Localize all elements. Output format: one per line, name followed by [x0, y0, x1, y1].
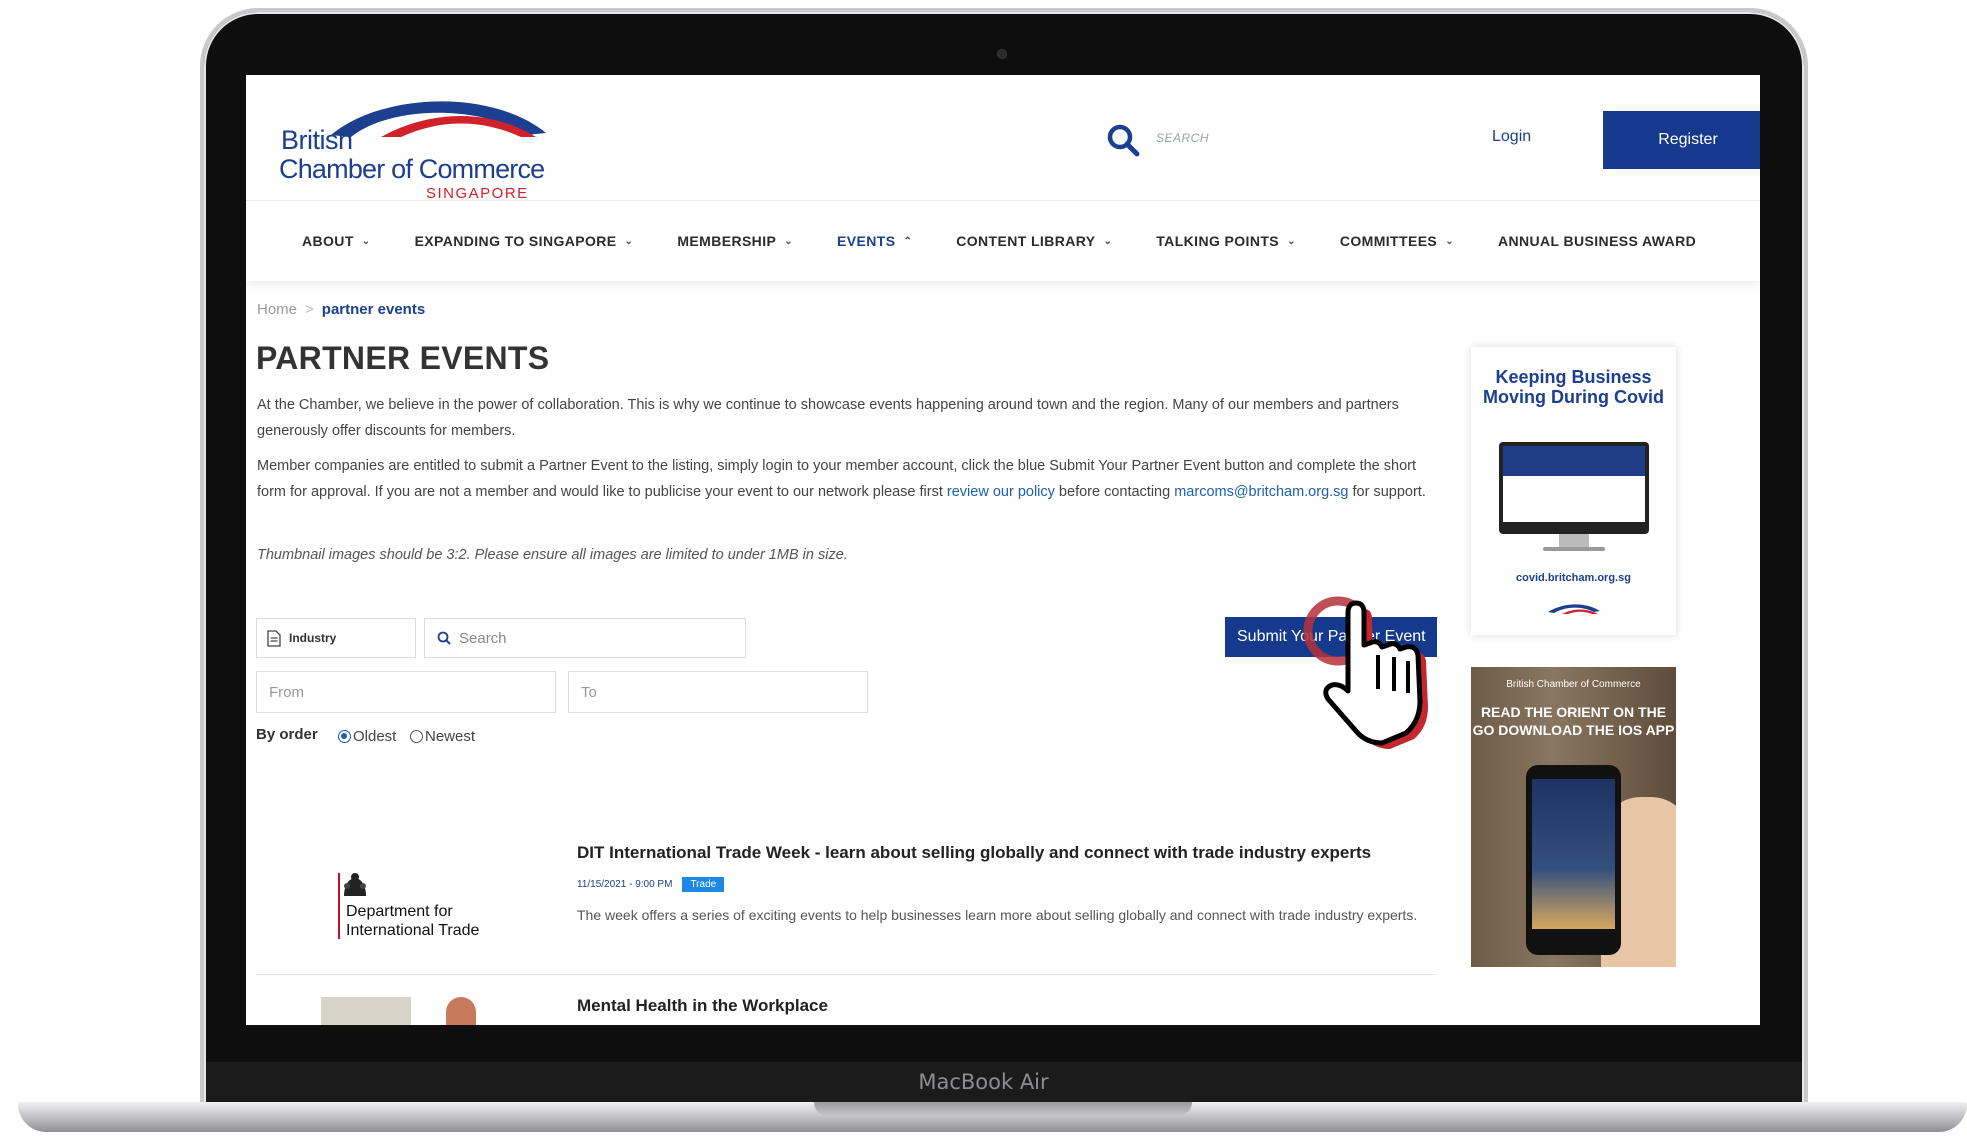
logo-text-british: British [281, 125, 353, 155]
dit-logo-text: Department for International Trade [346, 902, 479, 940]
breadcrumb: Home > partner events [257, 301, 425, 318]
event-thumbnail[interactable] [321, 997, 411, 1025]
date-from-input[interactable]: From [256, 671, 556, 713]
event-tag-badge[interactable]: Trade [682, 877, 725, 892]
breadcrumb-home[interactable]: Home [257, 301, 297, 318]
chevron-down-icon: ⌄ [1287, 235, 1296, 247]
event-title[interactable]: DIT International Trade Week - learn abo… [577, 843, 1371, 863]
radio-selected-icon [338, 730, 351, 743]
dit-red-bar [338, 873, 340, 939]
nav-item-membership[interactable]: MEMBERSHIP ⌄ [677, 233, 793, 249]
nav-item-label: EXPANDING TO SINGAPORE [414, 233, 617, 249]
breadcrumb-separator: > [305, 301, 314, 318]
search-placeholder: Search [459, 629, 507, 647]
nav-item-talking-points[interactable]: TALKING POINTS ⌄ [1156, 233, 1296, 249]
nav-item-events[interactable]: EVENTS ⌃ [837, 233, 912, 249]
breadcrumb-current: partner events [321, 301, 426, 318]
nav-item-annual-award[interactable]: ANNUAL BUSINESS AWARD [1498, 233, 1696, 249]
order-newest-radio[interactable]: Newest [410, 728, 475, 745]
monitor-foot [1543, 547, 1605, 551]
chevron-down-icon: ⌄ [1103, 235, 1113, 247]
phone-icon [1526, 765, 1621, 955]
monitor-screen-header [1503, 446, 1645, 476]
monitor-stand [1559, 534, 1589, 548]
order-oldest-radio[interactable]: Oldest [338, 728, 396, 745]
chevron-down-icon: ⌄ [784, 235, 794, 247]
radio-label: Oldest [353, 728, 397, 745]
app-ad-brand: British Chamber of Commerce [1506, 679, 1641, 690]
covid-ad-title: Keeping Business Moving During Covid [1483, 367, 1664, 407]
search-icon[interactable] [1106, 123, 1140, 157]
login-link[interactable]: Login [1492, 128, 1531, 146]
nav-item-label: MEMBERSHIP [677, 233, 777, 249]
dit-logo-line: International Trade [346, 922, 480, 939]
nav-item-content-library[interactable]: CONTENT LIBRARY ⌄ [956, 233, 1112, 249]
date-to-input[interactable]: To [568, 671, 868, 713]
nav-item-label: ANNUAL BUSINESS AWARD [1497, 233, 1697, 249]
hand-pointer-cursor-icon [1303, 596, 1428, 749]
register-button[interactable]: Register [1603, 111, 1760, 169]
main-nav: ABOUT ⌄ EXPANDING TO SINGAPORE ⌄ MEMBERSHI… [246, 201, 1760, 281]
britcham-mini-logo-icon [1548, 604, 1600, 614]
intro-paragraph: At the Chamber, we believe in the power … [257, 397, 1399, 439]
event-title[interactable]: Mental Health in the Workplace [577, 996, 828, 1016]
event-meta: 11/15/2021 - 9:00 PM Trade [577, 877, 725, 892]
nav-item-expanding[interactable]: EXPANDING TO SINGAPORE ⌄ [415, 233, 634, 249]
logo-text-chamber: Chamber of Commerce [279, 154, 545, 184]
para-text: for support. [1348, 484, 1426, 500]
event-thumbnail-person [446, 997, 476, 1025]
email-link[interactable]: marcoms@britcham.org.sg [1174, 484, 1348, 500]
britcham-logo[interactable]: British Chamber of Commerce SINGAPORE [261, 93, 546, 202]
royal-crest-icon [344, 873, 366, 896]
logo-text-singapore: SINGAPORE [426, 185, 529, 202]
event-thumbnail[interactable]: Department for International Trade [256, 835, 516, 965]
chevron-up-icon: ⌃ [903, 235, 913, 247]
event-list-item[interactable]: Department for International Trade DIT I… [256, 835, 1436, 975]
event-description: The week offers a series of exciting eve… [577, 907, 1418, 923]
covid-ad-banner[interactable]: Keeping Business Moving During Covid cov… [1471, 347, 1676, 635]
search-icon [437, 631, 451, 645]
event-search-input[interactable]: Search [424, 618, 746, 658]
submission-paragraph: Member companies are entitled to submit … [257, 453, 1427, 505]
ios-app-ad-banner[interactable]: British Chamber of Commerce READ THE ORI… [1471, 667, 1676, 967]
monitor-icon [1499, 442, 1649, 534]
nav-item-label: COMMITTEES [1339, 233, 1438, 249]
chevron-down-icon: ⌄ [361, 235, 371, 247]
dit-logo-line: Department for [346, 903, 453, 920]
nav-item-label: EVENTS [837, 233, 896, 249]
event-date: 11/15/2021 - 9:00 PM [577, 879, 673, 890]
laptop-notch [814, 1102, 1192, 1116]
para-text: before contacting [1054, 484, 1175, 500]
logo-swoosh-icon [331, 101, 546, 137]
document-icon [267, 629, 281, 647]
nav-item-label: ABOUT [302, 233, 354, 249]
thumbnail-note: Thumbnail images should be 3:2. Please e… [257, 547, 848, 563]
page-title: PARTNER EVENTS [256, 340, 550, 376]
event-list-item[interactable]: Mental Health in the Workplace [256, 990, 1436, 1025]
industry-filter-label: Industry [289, 631, 337, 645]
header-search-input[interactable]: SEARCH [1156, 131, 1209, 145]
review-policy-link[interactable]: review our policy [947, 484, 1055, 500]
browser-screen: British Chamber of Commerce SINGAPORE SE… [246, 75, 1760, 1025]
covid-ad-url: covid.britcham.org.sg [1516, 572, 1631, 584]
nav-item-label: CONTENT LIBRARY [956, 233, 1096, 249]
nav-item-committees[interactable]: COMMITTEES ⌄ [1340, 233, 1454, 249]
site-header: British Chamber of Commerce SINGAPORE SE… [246, 75, 1760, 202]
nav-item-label: TALKING POINTS [1156, 233, 1280, 249]
camera-icon [997, 49, 1007, 59]
nav-item-about[interactable]: ABOUT ⌄ [302, 233, 371, 249]
radio-unselected-icon [410, 730, 423, 743]
device-brand-label: MacBook Air [918, 1070, 1049, 1094]
app-ad-text: READ THE ORIENT ON THE GO DOWNLOAD THE I… [1472, 704, 1675, 738]
monitor-screen [1503, 446, 1645, 522]
phone-screen [1532, 779, 1615, 929]
radio-label: Newest [425, 728, 476, 745]
chevron-down-icon: ⌄ [1445, 235, 1454, 247]
chevron-down-icon: ⌄ [624, 235, 634, 247]
industry-filter[interactable]: Industry [256, 618, 416, 658]
order-label: By order [256, 726, 318, 743]
